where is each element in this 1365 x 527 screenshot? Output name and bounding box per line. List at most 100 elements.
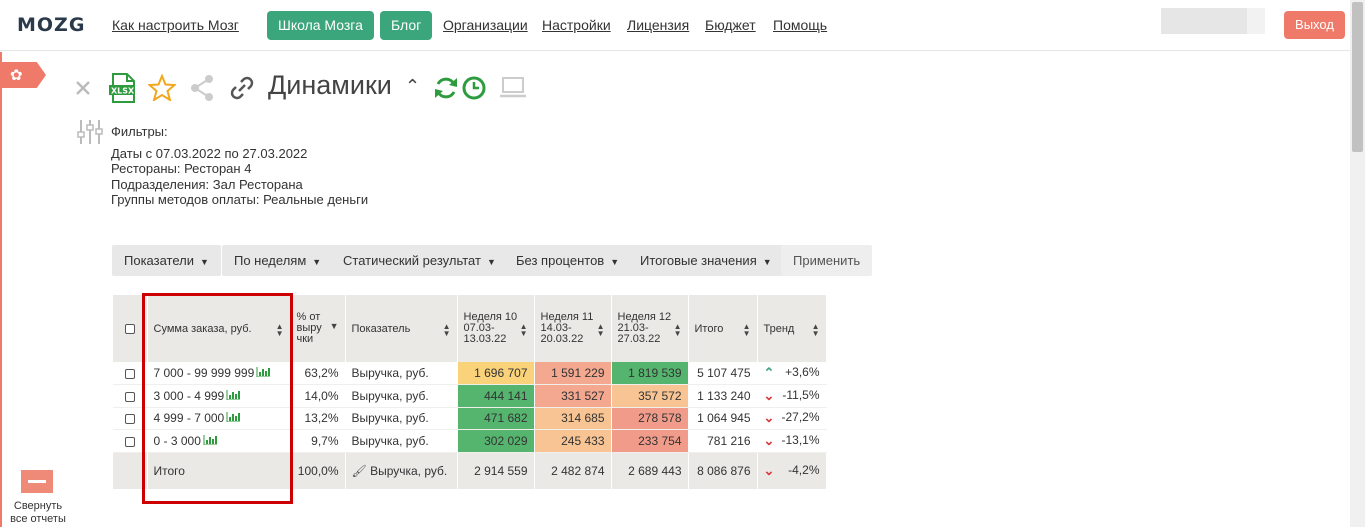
indicator-cell: Выручка, руб.: [345, 384, 458, 408]
total-select-cell: [113, 452, 148, 489]
nav-link-budget[interactable]: Бюджет: [705, 17, 756, 33]
share-icon[interactable]: [189, 74, 215, 102]
week12-cell: 1 819 539: [611, 362, 689, 385]
table-row: 0 - 3 000 9,7% Выручка, руб. 302 029 245…: [113, 429, 827, 453]
range-cell: 0 - 3 000: [147, 429, 291, 453]
schedule-clock-icon[interactable]: [461, 75, 487, 101]
week12-cell: 233 754: [611, 429, 689, 453]
trend-up-icon: ⌃: [763, 365, 775, 380]
sort-icon[interactable]: ▲ ▼: [812, 323, 820, 338]
total-cell: 5 107 475: [688, 362, 758, 385]
bar-chart-icon[interactable]: [256, 367, 271, 377]
indicators-dropdown[interactable]: Показатели ▼: [112, 245, 221, 276]
collapse-all-button[interactable]: [21, 470, 53, 493]
scrollbar-thumb[interactable]: [1352, 2, 1363, 152]
link-icon[interactable]: [228, 74, 256, 102]
col-trend[interactable]: Тренд ▲ ▼: [757, 295, 827, 362]
xlsx-export-icon[interactable]: XLSX: [108, 73, 136, 103]
no-percent-dropdown[interactable]: Без процентов ▼: [504, 245, 632, 276]
nav-link-help[interactable]: Помощь: [773, 17, 827, 33]
col-week10[interactable]: Неделя 10 07.03-13.03.22 ▲ ▼: [457, 295, 535, 362]
trend-down-icon: ⌄: [763, 462, 775, 478]
logout-button[interactable]: Выход: [1284, 11, 1345, 39]
total-indicator-cell: 🖌 Выручка, руб.: [345, 452, 458, 489]
sort-icon[interactable]: ▲ ▼: [743, 323, 751, 338]
refresh-icon[interactable]: [433, 75, 459, 101]
screen-icon[interactable]: [498, 76, 528, 100]
select-all-checkbox[interactable]: [124, 323, 135, 334]
col-total[interactable]: Итого ▲ ▼: [688, 295, 758, 362]
close-icon[interactable]: [74, 79, 92, 97]
caret-down-icon[interactable]: ▼: [330, 322, 339, 331]
row-checkbox[interactable]: [124, 368, 135, 379]
user-placeholder: [1161, 8, 1265, 34]
col-indicator[interactable]: Показатель ▲ ▼: [345, 295, 458, 362]
percent-cell: 14,0%: [290, 384, 346, 408]
week12-cell: 357 572: [611, 384, 689, 408]
sort-icon[interactable]: ▲ ▼: [443, 323, 451, 338]
range-cell: 4 999 - 7 000: [147, 407, 291, 430]
total-cell: 1 064 945: [688, 407, 758, 430]
table-row: 4 999 - 7 000 13,2% Выручка, руб. 471 68…: [113, 407, 827, 430]
range-label: 3 000 - 4 999: [153, 388, 225, 403]
sort-icon[interactable]: ▲ ▼: [674, 323, 682, 338]
totals-dropdown[interactable]: Итоговые значения ▼: [628, 245, 784, 276]
apply-button[interactable]: Применить: [781, 245, 873, 276]
by-weeks-dropdown[interactable]: По неделям ▼: [222, 245, 334, 276]
trend-value: -13,1%: [781, 432, 820, 447]
nav-link-settings[interactable]: Настройки: [542, 17, 611, 33]
total-cell: 781 216: [688, 429, 758, 453]
sort-icon[interactable]: ▲ ▼: [520, 323, 528, 338]
row-checkbox[interactable]: [124, 391, 135, 402]
bar-chart-icon[interactable]: [203, 434, 217, 445]
sort-icon[interactable]: ▲ ▼: [597, 323, 605, 338]
static-result-dropdown[interactable]: Статический результат ▼: [331, 245, 508, 276]
report-table: Сумма заказа, руб. ▲ ▼ % от выру чки ▼ Пока…: [113, 295, 827, 489]
page-scrollbar[interactable]: [1350, 0, 1365, 527]
nav-link-license[interactable]: Лицензия: [627, 17, 689, 33]
week11-cell: 314 685: [534, 407, 612, 430]
filter-dates-value: с 07.03.2022 по 27.03.2022: [142, 145, 308, 161]
collapse-all-label[interactable]: Свернуть все отчеты: [6, 500, 70, 526]
school-button[interactable]: Школа Мозга: [267, 11, 374, 40]
bar-chart-icon[interactable]: [226, 412, 241, 423]
percent-cell: 63,2%: [290, 362, 346, 385]
col-order-sum[interactable]: Сумма заказа, руб. ▲ ▼: [147, 295, 291, 362]
page-title: Динамики: [268, 70, 392, 100]
trend-cell: ⌃ +3,6%: [757, 362, 827, 385]
col-percent-label: % от выру чки: [296, 311, 322, 345]
row-select-cell: [113, 362, 148, 385]
sort-icon[interactable]: ▲ ▼: [276, 323, 284, 338]
filter-payment: Группы методов оплаты: Реальные деньги: [111, 192, 368, 208]
nav-link-how-to[interactable]: Как настроить Мозг: [112, 17, 239, 33]
col-percent[interactable]: % от выру чки ▼: [290, 295, 346, 362]
caret-down-icon: ▼: [762, 257, 772, 267]
col-week12[interactable]: Неделя 12 21.03-27.03.22 ▲ ▼: [611, 295, 689, 362]
table-row: 7 000 - 99 999 999 63,2% Выручка, руб. 1…: [113, 362, 827, 385]
collapse-header-icon[interactable]: ⌃: [405, 76, 420, 97]
filters-icon[interactable]: [76, 118, 104, 146]
blog-button[interactable]: Блог: [380, 11, 433, 40]
bar-chart-icon[interactable]: [226, 389, 241, 400]
total-week10: 2 914 559: [457, 452, 535, 489]
total-indicator: Выручка, руб.: [370, 463, 448, 478]
nav-link-organizations[interactable]: Организации: [443, 17, 528, 33]
total-trend-cell: ⌄ -4,2%: [757, 452, 827, 489]
favorite-star-icon[interactable]: [148, 74, 176, 101]
mozg-logo[interactable]: MOZG: [17, 14, 85, 36]
filter-dates-label: Даты: [111, 145, 143, 161]
indicator-cell: Выручка, руб.: [345, 362, 458, 385]
no-percent-label: Без процентов: [516, 253, 605, 268]
week11-cell: 245 433: [534, 429, 612, 453]
filter-payment-label: Группы методов оплаты:: [111, 192, 260, 207]
range-cell: 3 000 - 4 999: [147, 384, 291, 408]
filter-dates: Даты с 07.03.2022 по 27.03.2022: [111, 146, 368, 162]
row-checkbox[interactable]: [124, 414, 135, 425]
brain-icon: ✿: [10, 67, 23, 84]
col-week11[interactable]: Неделя 11 14.03-20.03.22 ▲ ▼: [534, 295, 612, 362]
brain-tab[interactable]: ✿: [0, 62, 46, 88]
week10-cell: 1 696 707: [457, 362, 535, 385]
total-week12: 2 689 443: [611, 452, 689, 489]
row-checkbox[interactable]: [124, 436, 135, 447]
range-label: 0 - 3 000: [153, 433, 201, 448]
